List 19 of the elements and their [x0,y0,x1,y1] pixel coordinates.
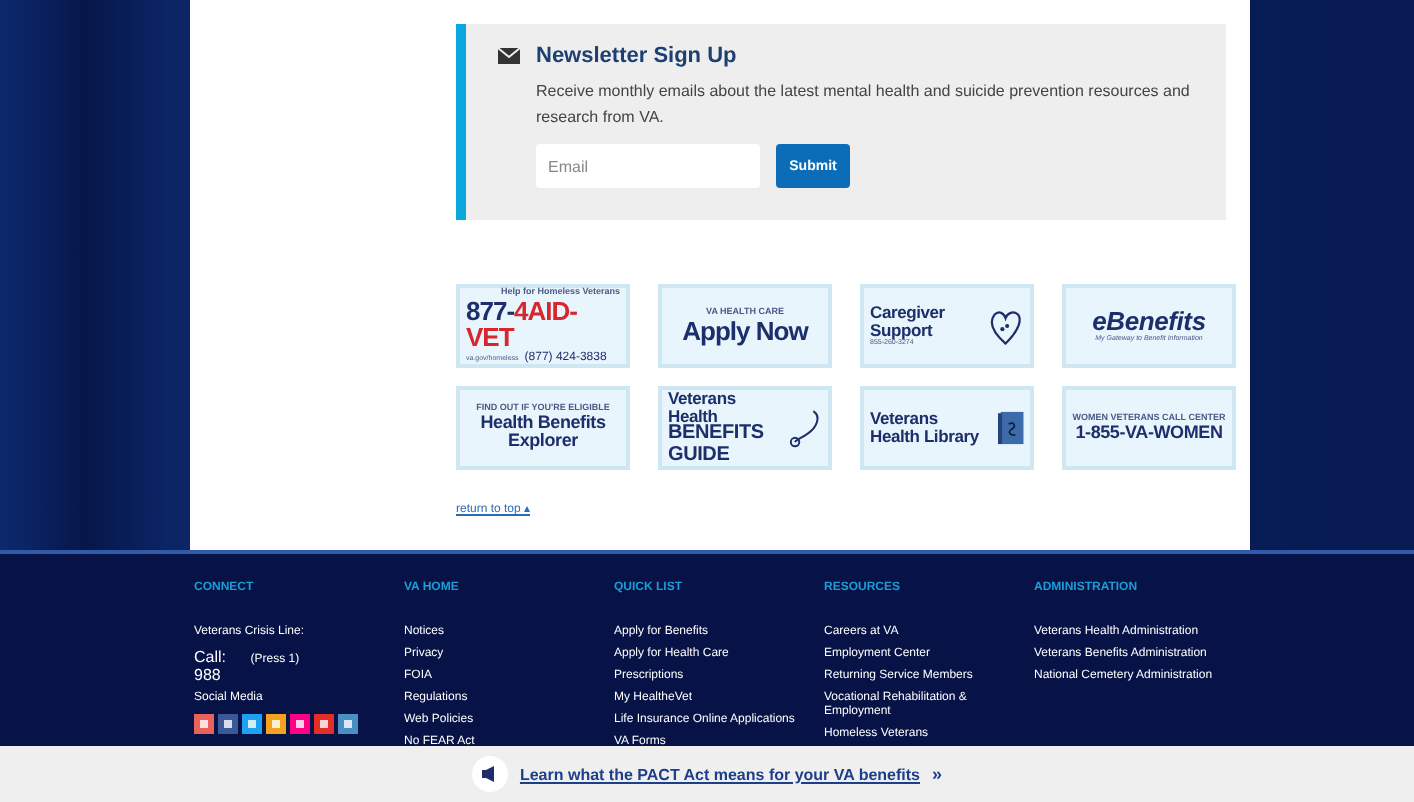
chevron-icon: » [932,764,943,784]
email-field[interactable]: Email [536,144,760,188]
megaphone-icon [471,756,508,792]
pact-act-link[interactable]: Learn what the PACT Act means for your VA benefits [519,765,920,783]
crisis-line-number[interactable]: Call: 988 [194,648,245,684]
banner-title: Health Benefits Explorer [478,413,608,452]
banner-title: Apply Now [682,317,808,345]
newsletter-title: Newsletter Sign Up [536,44,737,68]
newsletter-description: Receive monthly emails about the latest mental health and suicide prevention resources and research from VA. [536,80,1192,130]
banner-title: 1-855-VA-WOMEN [1075,423,1223,443]
banner-title: Veterans Health [668,389,736,425]
banner-title: BENEFITS GUIDE [668,424,766,467]
banner-title: Veterans Health Library [870,410,981,446]
envelope-icon [498,48,520,64]
ebenefits-logo: eBenefits [1092,308,1206,336]
banner-phone: 877-4AID-VET [466,297,577,352]
promo-banner[interactable]: Veterans Health Library [860,386,1034,470]
promo-banner[interactable]: Veterans Health BENEFITS GUIDE [658,386,832,470]
banner-title: Caregiver Support [870,304,947,341]
